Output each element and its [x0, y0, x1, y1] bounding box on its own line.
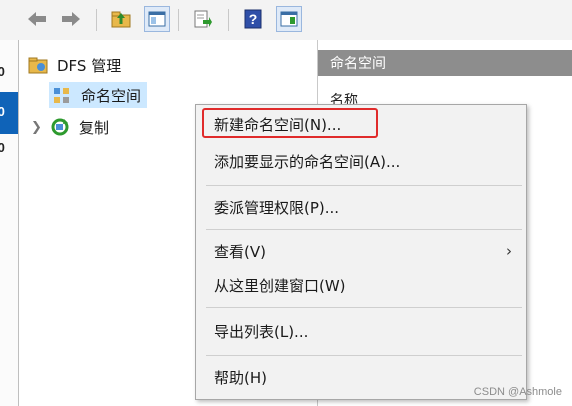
- tree-item-dfs-management[interactable]: DFS 管理: [27, 52, 121, 78]
- back-icon: [28, 12, 46, 26]
- menu-item-export-list[interactable]: 导出列表(L)...: [196, 315, 526, 347]
- watermark: CSDN @Ashmole: [473, 386, 562, 398]
- menu-item-view[interactable]: 查看(V) ›: [196, 235, 526, 267]
- menu-item-label: 查看(V): [214, 242, 266, 261]
- tree-item-replication[interactable]: ❯ 复制: [31, 114, 109, 140]
- menu-item-label: 帮助(H): [214, 368, 267, 387]
- menu-item-delegate-permissions[interactable]: 委派管理权限(P)...: [196, 191, 526, 223]
- menu-item-new-namespace[interactable]: 新建命名空间(N)...: [196, 108, 526, 140]
- forward-icon: [62, 12, 80, 26]
- context-menu: 新建命名空间(N)... 添加要显示的命名空间(A)... 委派管理权限(P).…: [195, 104, 527, 400]
- export-list-button[interactable]: [190, 6, 216, 32]
- export-list-icon: [194, 10, 212, 28]
- menu-separator: [206, 185, 522, 186]
- toolbar-separator: [96, 9, 97, 31]
- menu-item-label: 新建命名空间(N)...: [214, 115, 342, 134]
- menu-item-label: 委派管理权限(P)...: [214, 198, 340, 217]
- left-clipped-pane: v4 .0 .0 .0: [0, 40, 19, 406]
- replication-icon: [51, 118, 69, 136]
- menu-separator: [206, 307, 522, 308]
- up-folder-icon: [111, 11, 131, 28]
- show-hide-action-pane-button[interactable]: [276, 6, 302, 32]
- edge-fragment: .0: [0, 60, 18, 84]
- toolbar-separator: [228, 9, 229, 31]
- menu-separator: [206, 229, 522, 230]
- help-icon: ?: [244, 9, 262, 29]
- edge-fragment: .0: [0, 100, 18, 124]
- tree-item-label: 命名空间: [81, 86, 142, 105]
- show-hide-tree-icon: [148, 11, 166, 27]
- help-button[interactable]: ?: [240, 6, 266, 32]
- tree-item-label: 复制: [79, 118, 110, 137]
- menu-item-label: 从这里创建窗口(W): [214, 276, 346, 295]
- svg-text:?: ?: [249, 11, 258, 27]
- edge-fragment: .0: [0, 136, 18, 160]
- menu-item-add-namespace-to-display[interactable]: 添加要显示的命名空间(A)...: [196, 145, 526, 177]
- results-header: 命名空间: [318, 50, 572, 76]
- menu-item-label: 添加要显示的命名空间(A)...: [214, 152, 401, 171]
- dfs-management-icon: [28, 57, 48, 74]
- tree-item-namespaces[interactable]: 命名空间: [49, 82, 148, 108]
- chevron-right-icon[interactable]: ❯: [31, 120, 49, 135]
- show-hide-tree-button[interactable]: [144, 6, 170, 32]
- edge-fragment: v4: [0, 40, 18, 48]
- up-folder-button[interactable]: [108, 6, 134, 32]
- submenu-arrow-icon: ›: [506, 242, 512, 260]
- namespaces-icon: [54, 88, 69, 103]
- back-button[interactable]: [24, 6, 50, 32]
- toolbar-separator: [178, 9, 179, 31]
- show-hide-action-pane-icon: [280, 11, 298, 27]
- forward-button[interactable]: [58, 6, 84, 32]
- tree-root-label: DFS 管理: [57, 56, 122, 75]
- menu-item-new-window-from-here[interactable]: 从这里创建窗口(W): [196, 269, 526, 301]
- toolbar: ?: [0, 0, 572, 41]
- menu-separator: [206, 355, 522, 356]
- menu-item-label: 导出列表(L)...: [214, 322, 309, 341]
